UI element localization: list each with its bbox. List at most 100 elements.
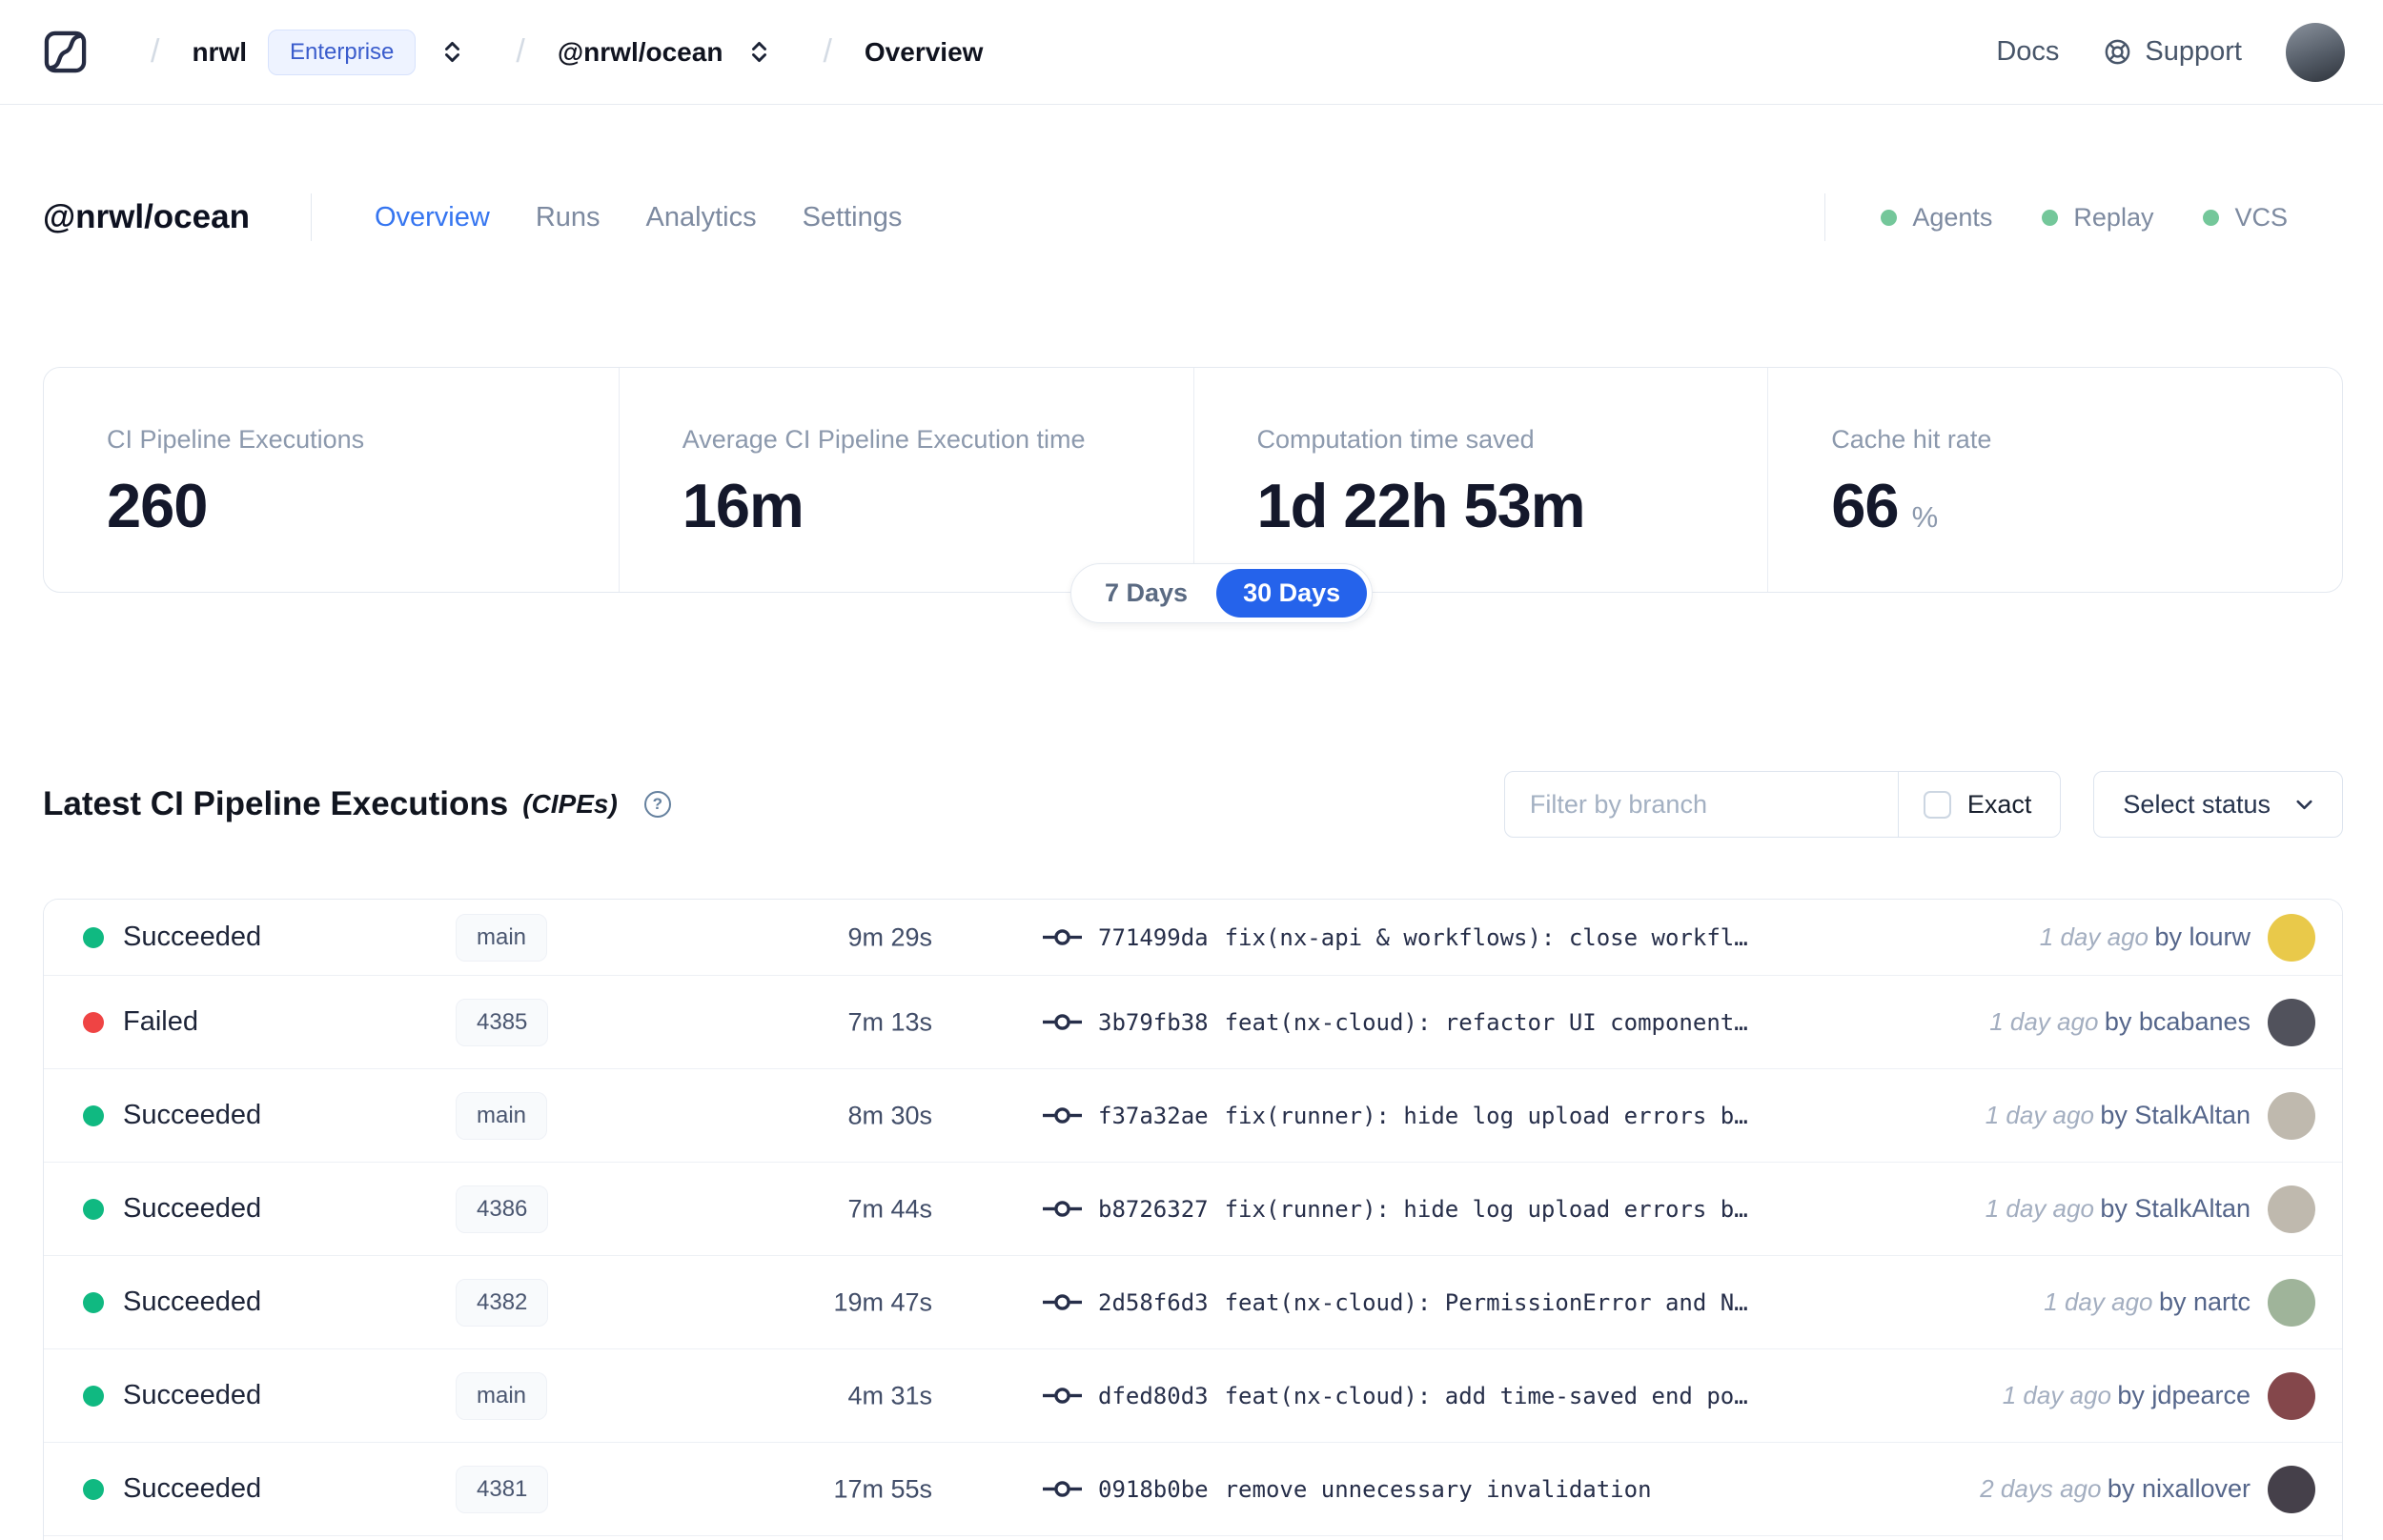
row-meta: 2 days ago by nixallover xyxy=(1980,1465,2315,1513)
executions-title-suffix: (CIPEs) xyxy=(522,789,618,819)
service-label: VCS xyxy=(2234,202,2288,232)
stat-label: CI Pipeline Executions xyxy=(107,425,365,454)
table-row[interactable]: Succeeded main 9m 29s 771499da fix(nx-ap… xyxy=(44,900,2342,976)
stat-value: 66 % xyxy=(1831,471,1939,540)
commit-hash: 771499da xyxy=(1098,923,1209,951)
org-switcher-button[interactable] xyxy=(438,38,466,66)
stat-label: Computation time saved xyxy=(1256,425,1535,454)
commit-message: fix(runner): hide log upload errors b… xyxy=(1224,1102,1748,1129)
author: by lourw xyxy=(2154,922,2251,951)
commit[interactable]: 2d58f6d3 feat(nx-cloud): PermissionError… xyxy=(1043,1289,1748,1316)
commit[interactable]: 0918b0be remove unnecessary invalidation xyxy=(1043,1476,1652,1503)
toggle-7-days[interactable]: 7 Days xyxy=(1076,578,1216,608)
stat-average-execution-time: Average CI Pipeline Execution time 16m xyxy=(618,368,1193,592)
author-avatar xyxy=(2268,998,2315,1046)
author-avatar xyxy=(2268,913,2315,962)
table-row[interactable]: Succeeded 4381 17m 55s 0918b0be remove u… xyxy=(44,1443,2342,1536)
exact-label: Exact xyxy=(1966,789,2032,819)
status-label: Succeeded xyxy=(123,1380,262,1410)
support-link[interactable]: Support xyxy=(2103,36,2242,68)
stat-value: 1d 22h 53m xyxy=(1256,471,1586,540)
status-dot xyxy=(83,1291,104,1313)
table-row[interactable]: Failed 4385 7m 13s 3b79fb38 feat(nx-clou… xyxy=(44,976,2342,1069)
table-row[interactable]: Succeeded 4382 19m 47s 2d58f6d3 feat(nx-… xyxy=(44,1256,2342,1349)
executions-filters: Exact Select status xyxy=(1503,771,2343,838)
branch-badge[interactable]: main xyxy=(456,1091,548,1140)
commit[interactable]: 3b79fb38 feat(nx-cloud): refactor UI com… xyxy=(1043,1009,1748,1036)
author: by jdpearce xyxy=(2117,1381,2251,1409)
status-dot xyxy=(1881,209,1898,226)
status-dot xyxy=(2042,209,2059,226)
status-label: Succeeded xyxy=(123,1100,262,1130)
chevron-up-down-icon xyxy=(445,41,460,63)
row-meta: 1 day ago by nartc xyxy=(2044,1278,2315,1327)
status-label: Succeeded xyxy=(123,1193,262,1224)
duration: 8m 30s xyxy=(847,1101,932,1129)
divider xyxy=(310,193,312,241)
breadcrumb-workspace[interactable]: @nrwl/ocean xyxy=(558,37,723,68)
author-avatar xyxy=(2268,1278,2315,1327)
table-row[interactable]: Succeeded 4386 7m 44s b8726327 fix(runne… xyxy=(44,1163,2342,1256)
git-commit-icon xyxy=(1043,1388,1082,1404)
author: by StalkAltan xyxy=(2100,1194,2251,1223)
toggle-30-days[interactable]: 30 Days xyxy=(1216,569,1368,618)
tab-overview[interactable]: Overview xyxy=(375,202,490,233)
chevron-down-icon xyxy=(2296,800,2312,809)
time-ago: 1 day ago xyxy=(2044,1287,2153,1316)
user-avatar[interactable] xyxy=(2286,22,2345,82)
duration: 7m 44s xyxy=(847,1194,932,1223)
git-commit-icon xyxy=(1043,1201,1082,1217)
service-vcs[interactable]: VCS xyxy=(2203,203,2288,233)
branch-filter-input[interactable] xyxy=(1504,772,1898,837)
commit-message: fix(nx-api & workflows): close workfl… xyxy=(1224,923,1748,951)
status-select-button[interactable]: Select status xyxy=(2093,771,2343,838)
time-ago: 1 day ago xyxy=(1985,1101,2094,1129)
breadcrumb-org[interactable]: nrwl xyxy=(192,37,247,68)
commit[interactable]: 771499da fix(nx-api & workflows): close … xyxy=(1043,924,1748,951)
stats-panel: CI Pipeline Executions 260 Average CI Pi… xyxy=(43,367,2343,593)
workspace-switcher-button[interactable] xyxy=(745,38,773,66)
service-status-list: Agents Replay VCS xyxy=(1881,203,2288,233)
branch-badge[interactable]: main xyxy=(456,1371,548,1420)
author: by bcabanes xyxy=(2104,1007,2251,1036)
breadcrumb-separator: / xyxy=(823,33,832,70)
help-icon[interactable]: ? xyxy=(643,791,671,818)
status-dot xyxy=(83,1198,104,1220)
docs-link[interactable]: Docs xyxy=(1996,36,2059,68)
executions-title: Latest CI Pipeline Executions xyxy=(43,785,509,822)
duration: 4m 31s xyxy=(847,1381,932,1409)
branch-badge[interactable]: 4381 xyxy=(456,1465,549,1513)
author-avatar xyxy=(2268,1371,2315,1420)
duration: 19m 47s xyxy=(833,1287,932,1316)
table-row[interactable]: Succeeded main 4m 31s dfed80d3 feat(nx-c… xyxy=(44,1349,2342,1443)
branch-badge[interactable]: 4386 xyxy=(456,1185,549,1233)
commit[interactable]: f37a32ae fix(runner): hide log upload er… xyxy=(1043,1103,1748,1129)
workspace-title: @nrwl/ocean xyxy=(43,198,250,235)
branch-badge[interactable]: 4382 xyxy=(456,1278,549,1327)
status-dot xyxy=(83,926,104,948)
status-dot xyxy=(83,1011,104,1033)
branch-badge[interactable]: main xyxy=(456,913,548,962)
tab-settings[interactable]: Settings xyxy=(803,202,903,233)
author-avatar xyxy=(2268,1465,2315,1513)
chevron-up-down-icon xyxy=(752,41,767,63)
enterprise-badge: Enterprise xyxy=(268,29,417,75)
tab-analytics[interactable]: Analytics xyxy=(646,202,757,233)
life-buoy-icon xyxy=(2106,39,2130,65)
commit[interactable]: b8726327 fix(runner): hide log upload er… xyxy=(1043,1196,1748,1223)
commit-message: fix(runner): hide log upload errors b… xyxy=(1224,1195,1748,1223)
commit-hash: f37a32ae xyxy=(1098,1102,1209,1129)
workspace-bar: @nrwl/ocean Overview Runs Analytics Sett… xyxy=(0,183,2383,252)
commit-hash: 0918b0be xyxy=(1098,1475,1209,1503)
tab-runs[interactable]: Runs xyxy=(536,202,601,233)
row-meta: 1 day ago by StalkAltan xyxy=(1986,1185,2315,1233)
commit[interactable]: dfed80d3 feat(nx-cloud): add time-saved … xyxy=(1043,1383,1748,1409)
service-agents[interactable]: Agents xyxy=(1881,203,1992,233)
branch-filter-group: Exact xyxy=(1503,771,2062,838)
table-row[interactable]: Succeeded main 8m 30s f37a32ae fix(runne… xyxy=(44,1069,2342,1163)
stat-value: 260 xyxy=(107,471,208,540)
exact-checkbox[interactable] xyxy=(1923,790,1951,819)
nx-logo-icon[interactable] xyxy=(43,30,88,74)
service-replay[interactable]: Replay xyxy=(2042,203,2153,233)
branch-badge[interactable]: 4385 xyxy=(456,998,549,1046)
